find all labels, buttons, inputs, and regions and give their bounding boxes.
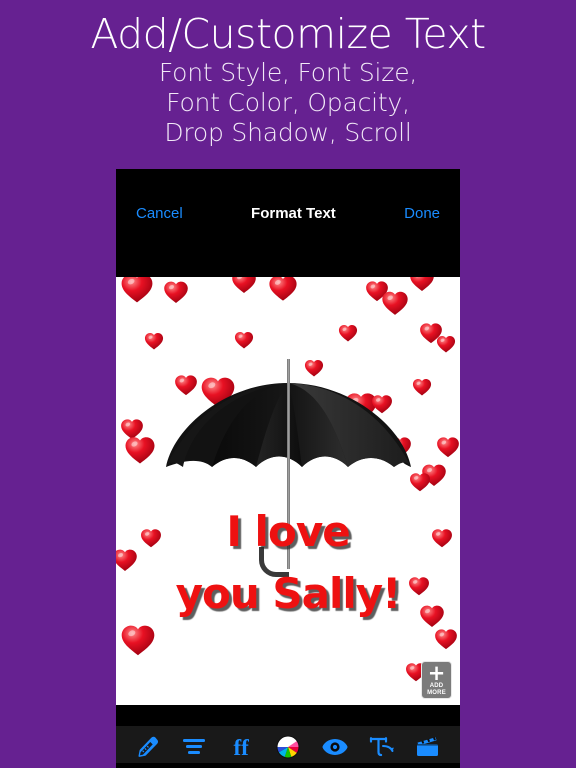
app-screenshot: Cancel Format Text Done I love you Sally…	[116, 169, 460, 768]
heart-icon	[338, 323, 358, 343]
heart-icon	[268, 277, 298, 303]
font-ff-icon[interactable]: ff	[224, 732, 258, 762]
heart-icon	[234, 330, 254, 350]
navbar-title: Format Text	[251, 204, 336, 222]
heart-icon	[431, 527, 453, 549]
heart-icon	[144, 331, 164, 351]
heart-icon	[419, 603, 445, 629]
heart-icon	[434, 627, 458, 651]
heart-icon	[408, 575, 430, 597]
color-wheel-icon[interactable]	[271, 732, 305, 762]
pencil-icon[interactable]	[130, 732, 164, 762]
umbrella-handle	[258, 547, 289, 577]
heart-icon	[163, 279, 189, 305]
font-ff-label: ff	[233, 734, 249, 760]
canvas-toolbar-divider	[116, 705, 460, 726]
umbrella-pole	[287, 359, 290, 569]
umbrella-graphic	[166, 359, 411, 577]
text-align-icon[interactable]	[177, 732, 211, 762]
heart-icon	[304, 358, 324, 378]
plus-icon: +	[427, 661, 446, 685]
heart-icon	[409, 471, 431, 493]
promo-subtitle-line-3: Drop Shadow, Scroll	[164, 118, 412, 147]
done-button[interactable]: Done	[404, 205, 440, 222]
add-more-label-2: MORE	[427, 690, 446, 696]
format-toolbar: ff	[116, 726, 460, 768]
heart-icon	[120, 277, 154, 305]
promo-subtitle-line-2: Font Color, Opacity,	[166, 88, 410, 117]
heart-icon	[140, 527, 162, 549]
add-more-label-1: ADD	[429, 683, 444, 689]
heart-icon	[436, 334, 456, 354]
heart-icon	[231, 277, 257, 295]
heart-icon	[116, 547, 138, 573]
text-shadow-icon[interactable]	[365, 732, 399, 762]
promo-subtitle-line-1: Font Style, Font Size,	[158, 58, 418, 87]
image-canvas[interactable]: I love you Sally! + ADD MORE	[116, 277, 460, 705]
heart-icon	[436, 435, 460, 459]
eye-icon[interactable]	[318, 732, 352, 762]
toolbar-bottom-edge	[116, 763, 460, 768]
navigation-bar: Cancel Format Text Done	[116, 169, 460, 277]
cancel-button[interactable]: Cancel	[136, 205, 183, 222]
add-more-button[interactable]: + ADD MORE	[421, 661, 452, 699]
page-title: Add/Customize Text	[90, 10, 486, 58]
heart-icon	[120, 622, 156, 658]
heart-icon	[409, 277, 435, 293]
promo-header: Add/Customize Text Font Style, Font Size…	[0, 0, 576, 148]
clapperboard-icon[interactable]	[411, 732, 445, 762]
heart-icon	[381, 289, 409, 317]
heart-icon	[124, 434, 156, 466]
heart-icon	[412, 377, 432, 397]
